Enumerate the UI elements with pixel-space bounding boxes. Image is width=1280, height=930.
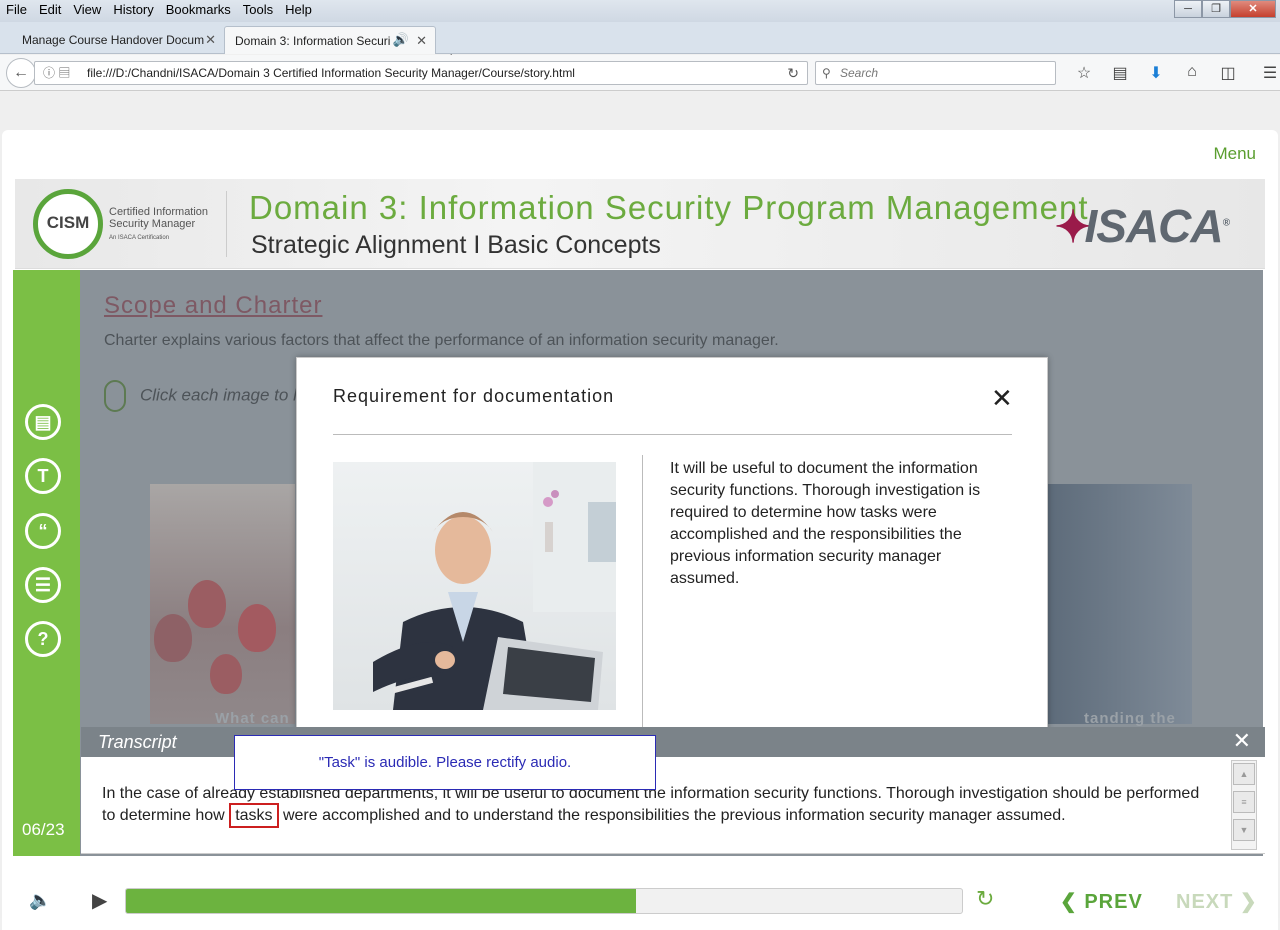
course-banner: CISM Certified Information Security Mana… (15, 179, 1265, 269)
speaker-icon[interactable]: 🔊 (393, 32, 409, 48)
transcript-title: Transcript (98, 732, 177, 752)
slide-description: Charter explains various factors that af… (104, 332, 779, 349)
home-icon[interactable]: ⌂ (1174, 63, 1210, 83)
banner-divider (226, 191, 227, 257)
info-icon[interactable]: ⓘ ▤ (43, 62, 70, 84)
balloon-shape (154, 614, 192, 662)
play-icon[interactable]: ▶ (92, 888, 107, 913)
close-window-button[interactable]: ✕ (1230, 0, 1276, 18)
hamburger-menu-icon[interactable]: ☰ (1252, 63, 1280, 83)
balloon-shape (238, 604, 276, 652)
glossary-icon[interactable]: T (25, 458, 61, 494)
url-bar[interactable]: ⓘ ▤ file:///D:/Chandni/ISACA/Domain 3 Ce… (34, 61, 808, 85)
tab-title: Manage Course Handover Docum (22, 33, 205, 47)
close-icon[interactable]: ✕ (991, 385, 1013, 411)
isaca-logo: ✦ISACA® (1054, 200, 1230, 252)
course-menu-link[interactable]: Menu (1213, 144, 1256, 164)
menu-edit[interactable]: Edit (33, 0, 67, 20)
volume-icon[interactable]: 🔈 (29, 890, 51, 911)
next-button[interactable]: NEXT ❯ (1176, 889, 1258, 914)
image-caption-left: What can (215, 710, 290, 727)
course-sidebar: ▤ T “ ☰ ? (13, 270, 80, 856)
tab-course-handover[interactable]: Manage Course Handover Docum ✕ (12, 26, 224, 54)
businessman-photo (333, 462, 616, 710)
url-text: file:///D:/Chandni/ISACA/Domain 3 Certif… (87, 66, 575, 80)
menu-help[interactable]: Help (279, 0, 318, 20)
help-icon[interactable]: ? (25, 621, 61, 657)
menu-file[interactable]: File (0, 0, 33, 20)
modal-vertical-divider (642, 455, 643, 730)
scroll-down-icon[interactable]: ▼ (1233, 819, 1255, 841)
scroll-thumb[interactable]: ≡ (1233, 791, 1255, 813)
review-comment-box: "Task" is audible. Please rectify audio. (234, 735, 656, 790)
replay-icon[interactable]: ↻ (976, 886, 994, 912)
menu-bar: File Edit View History Bookmarks Tools H… (0, 0, 318, 20)
maximize-button[interactable]: ❐ (1202, 0, 1230, 18)
menu-view[interactable]: View (67, 0, 107, 20)
modal-body-text: It will be useful to document the inform… (670, 460, 981, 587)
quote-icon[interactable]: “ (25, 513, 61, 549)
server-room-image[interactable] (1046, 484, 1192, 724)
businessman-illustration (373, 462, 616, 710)
slide-heading: Scope and Charter (104, 292, 323, 319)
course-subtitle: Strategic Alignment I Basic Concepts (251, 231, 661, 259)
slide-counter: 06/23 (22, 820, 65, 839)
close-icon[interactable]: ✕ (1233, 728, 1251, 754)
progress-bar[interactable] (125, 888, 963, 914)
minimize-button[interactable]: ─ (1174, 0, 1202, 18)
menu-history[interactable]: History (107, 0, 159, 20)
mouse-icon (104, 380, 126, 412)
progress-fill (126, 889, 636, 913)
documentation-modal: Requirement for documentation ✕ It will … (296, 357, 1048, 730)
search-icon: ⚲ (822, 66, 831, 80)
modal-divider (333, 434, 1012, 435)
modal-title: Requirement for documentation (333, 386, 615, 406)
pocket-icon[interactable]: ◫ (1210, 63, 1246, 83)
close-tab-icon[interactable]: ✕ (205, 32, 216, 48)
course-title: Domain 3: Information Security Program M… (249, 189, 1089, 226)
slide-hint: Click each image to l (104, 380, 297, 412)
balloon-shape (188, 580, 226, 628)
search-placeholder: Search (840, 66, 879, 80)
cism-logo: CISM (33, 189, 103, 259)
highlighted-word: tasks (229, 803, 279, 828)
bookmark-star-icon[interactable]: ☆ (1066, 63, 1102, 83)
balloon-shape (210, 654, 242, 694)
tab-domain-3[interactable]: Domain 3: Information Securi 🔊 ✕ (224, 26, 436, 54)
cism-logo-caption: Certified Information Security Manager A… (109, 206, 209, 241)
scroll-up-icon[interactable]: ▲ (1233, 763, 1255, 785)
notes-icon[interactable]: ▤ (25, 404, 61, 440)
window-titlebar: File Edit View History Bookmarks Tools H… (0, 0, 1280, 22)
reading-list-icon[interactable]: ▤ (1102, 63, 1138, 83)
menu-bookmarks[interactable]: Bookmarks (160, 0, 237, 20)
tab-strip: Manage Course Handover Docum ✕ Domain 3:… (0, 22, 1280, 69)
back-arrow-icon[interactable]: ← (6, 58, 36, 88)
window-controls: ─ ❐ ✕ (1174, 0, 1276, 18)
player-controls: 🔈 ▶ ↻ ❮ PREV NEXT ❯ (0, 880, 1280, 918)
reload-icon[interactable]: ↻ (787, 62, 799, 84)
resources-icon[interactable]: ☰ (25, 567, 61, 603)
balloons-image[interactable] (150, 484, 295, 724)
menu-tools[interactable]: Tools (237, 0, 279, 20)
image-caption-right: tanding the (1084, 710, 1176, 727)
transcript-scrollbar[interactable]: ▲ ≡ ▼ (1231, 760, 1257, 850)
tab-title: Domain 3: Information Securi (235, 34, 391, 48)
download-icon[interactable]: ⬇ (1138, 63, 1174, 83)
toolbar-icons: ☆ ▤ ⬇ ⌂ ◫ ☰ (1066, 63, 1280, 83)
search-input[interactable]: ⚲ Search (815, 61, 1056, 85)
close-tab-icon[interactable]: ✕ (416, 33, 427, 49)
prev-button[interactable]: ❮ PREV (1060, 889, 1143, 914)
navigation-bar: ← ⓘ ▤ file:///D:/Chandni/ISACA/Domain 3 … (0, 55, 1280, 91)
